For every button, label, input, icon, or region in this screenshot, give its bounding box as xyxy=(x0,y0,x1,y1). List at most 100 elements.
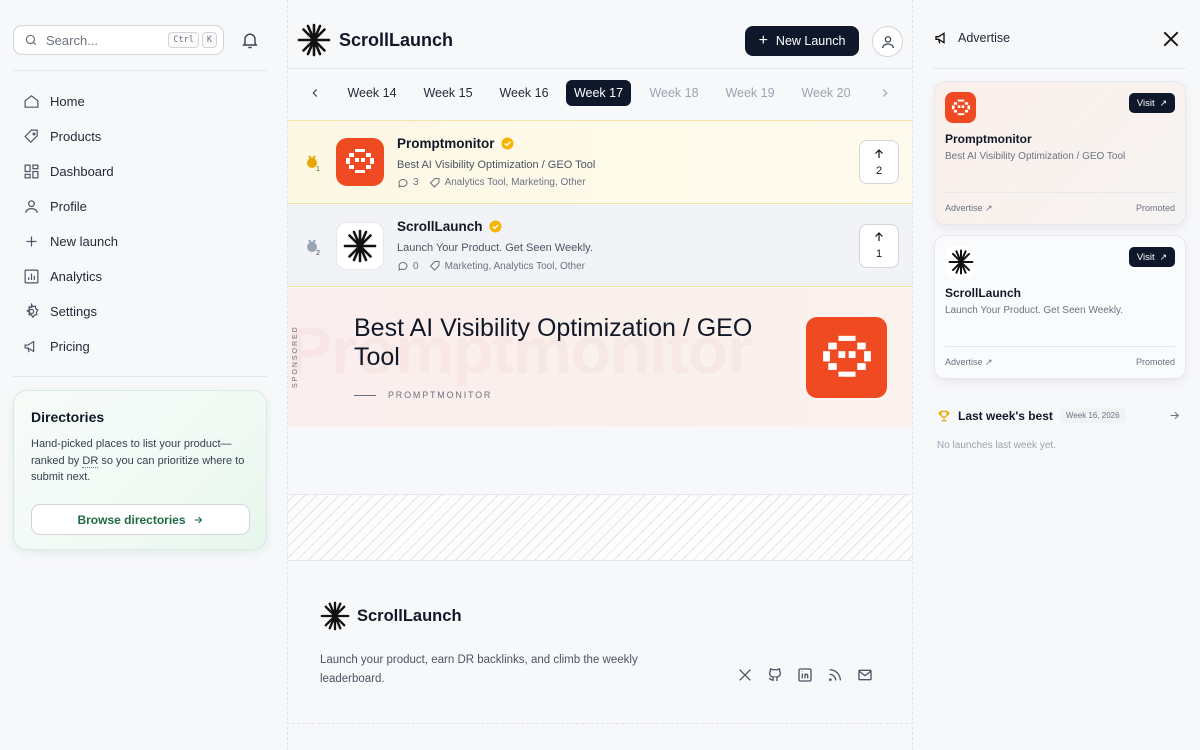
product-row[interactable]: 1 Promptmonitor Best AI Visibility Optim… xyxy=(288,120,912,204)
upvote-button[interactable]: 2 xyxy=(859,140,899,184)
arrow-right-icon xyxy=(194,516,202,523)
shortcut-k: K xyxy=(201,32,217,48)
gold-medal-icon: 1 xyxy=(304,152,324,172)
product-name[interactable]: ScrollLaunch xyxy=(397,219,483,234)
sidebar-nav: Home Products Dashboard Profile New laun… xyxy=(13,84,267,364)
chevron-right-icon[interactable] xyxy=(878,86,892,100)
last-week-title: Last week's best xyxy=(958,408,1053,423)
plus-icon xyxy=(26,236,37,247)
tag-icon xyxy=(429,261,440,271)
chevron-left-icon[interactable] xyxy=(308,86,322,100)
tab-week-17[interactable]: Week 17 xyxy=(566,80,631,106)
promptmonitor-logo xyxy=(336,138,384,186)
tag-icon xyxy=(24,129,38,144)
sidebar-item-profile[interactable]: Profile xyxy=(13,189,267,224)
ad-advertise-link[interactable]: Advertise ↗ xyxy=(945,203,993,214)
promptmonitor-logo xyxy=(806,317,887,398)
x-icon[interactable] xyxy=(737,667,753,683)
sidebar-item-products[interactable]: Products xyxy=(13,119,267,154)
upvote-button[interactable]: 1 xyxy=(859,223,899,268)
bell-icon[interactable] xyxy=(240,30,260,50)
sidebar-item-new-launch[interactable]: New launch xyxy=(13,224,267,259)
week-selector: Week 14 Week 15 Week 16 Week 17 Week 18 … xyxy=(287,80,913,107)
sidebar-divider xyxy=(13,376,267,377)
tab-week-19[interactable]: Week 19 xyxy=(719,80,781,106)
product-tags: Marketing, Analytics Tool, Other xyxy=(444,260,585,272)
home-icon xyxy=(24,95,39,108)
user-icon xyxy=(881,35,894,48)
external-link-icon: ↗ xyxy=(1159,251,1168,262)
scrolllaunch-logo-icon xyxy=(320,601,350,631)
scrolllaunch-logo-icon xyxy=(297,23,331,57)
bar-chart-icon xyxy=(24,269,39,284)
brand-logo[interactable]: ScrollLaunch xyxy=(297,23,453,57)
vote-count: 2 xyxy=(875,164,883,177)
ad-tagline: Best AI Visibility Optimization / GEO To… xyxy=(945,151,1126,162)
sidebar-item-label: Analytics xyxy=(50,269,103,284)
last-week-best[interactable]: Last week's best Week 16, 2026 xyxy=(937,408,1181,423)
product-name[interactable]: Promptmonitor xyxy=(397,136,495,151)
footer-logo[interactable]: ScrollLaunch xyxy=(320,601,462,631)
advertise-link[interactable]: Advertise xyxy=(934,30,1010,46)
visit-button[interactable]: Visit ↗ xyxy=(1129,93,1175,113)
footer-brand-name: ScrollLaunch xyxy=(357,606,462,625)
sidebar-item-label: Pricing xyxy=(50,339,90,354)
verified-badge-icon xyxy=(501,137,513,149)
sidebar-item-label: Settings xyxy=(50,304,97,319)
x-icon[interactable] xyxy=(1161,29,1181,49)
arrow-right-icon[interactable] xyxy=(1168,409,1181,422)
linkedin-icon[interactable] xyxy=(797,667,813,683)
ad-card[interactable]: Visit ↗ Promptmonitor Best AI Visibility … xyxy=(934,81,1186,225)
visit-button[interactable]: Visit ↗ xyxy=(1129,247,1175,267)
scrolllaunch-logo xyxy=(336,221,384,270)
gear-icon xyxy=(26,303,39,319)
arrow-up-icon xyxy=(875,232,883,241)
sidebar-item-analytics[interactable]: Analytics xyxy=(13,259,267,294)
sponsored-banner[interactable]: Promptmonitor SPONSORED Best AI Visibili… xyxy=(288,288,912,427)
user-avatar-button[interactable] xyxy=(872,26,903,57)
product-row[interactable]: 2 ScrollLaunch Launch Your Product. Get … xyxy=(288,205,912,287)
arrow-up-icon xyxy=(875,148,883,158)
tab-week-20[interactable]: Week 20 xyxy=(795,80,857,106)
no-launches-text: No launches last week yet. xyxy=(937,440,1056,451)
sponsored-headline: Best AI Visibility Optimization / GEO To… xyxy=(354,314,753,371)
sidebar-item-settings[interactable]: Settings xyxy=(13,294,267,329)
comment-count: 3 xyxy=(413,177,419,188)
header-divider xyxy=(287,68,913,69)
tab-week-14[interactable]: Week 14 xyxy=(341,80,403,106)
sidebar-divider xyxy=(13,70,267,71)
ad-tagline: Launch Your Product. Get Seen Weekly. xyxy=(945,305,1124,316)
github-icon[interactable] xyxy=(767,667,783,683)
ad-advertise-link[interactable]: Advertise ↗ xyxy=(945,357,993,368)
sidebar-item-label: Dashboard xyxy=(50,164,114,179)
sidebar-item-label: Profile xyxy=(50,199,87,214)
sidebar-item-label: Home xyxy=(50,94,85,109)
tab-week-16[interactable]: Week 16 xyxy=(493,80,555,106)
new-launch-button[interactable]: + New Launch xyxy=(745,26,859,56)
rss-icon[interactable] xyxy=(827,667,843,683)
promoted-label: Promoted xyxy=(1135,357,1175,367)
tab-week-15[interactable]: Week 15 xyxy=(417,80,479,106)
promptmonitor-logo xyxy=(945,92,976,123)
comment-icon xyxy=(398,178,408,188)
shortcut-ctrl: Ctrl xyxy=(168,32,199,48)
search-input[interactable]: Search... Ctrl K xyxy=(13,25,224,55)
sidebar-item-dashboard[interactable]: Dashboard xyxy=(13,154,267,189)
hatched-divider xyxy=(288,494,912,561)
product-tags: Analytics Tool, Marketing, Other xyxy=(444,177,586,188)
ad-card[interactable]: Visit ↗ ScrollLaunch Launch Your Product.… xyxy=(934,235,1186,379)
sidebar-item-home[interactable]: Home xyxy=(13,84,267,119)
search-placeholder: Search... xyxy=(46,32,99,48)
mail-icon[interactable] xyxy=(857,667,873,683)
tab-week-18[interactable]: Week 18 xyxy=(643,80,705,106)
browse-directories-button[interactable]: Browse directories xyxy=(31,504,250,535)
social-links xyxy=(737,667,887,683)
tag-icon xyxy=(429,177,440,188)
directories-card: Directories Hand-picked places to list y… xyxy=(13,390,267,550)
sponsored-label: SPONSORED xyxy=(292,325,299,388)
sidebar-item-pricing[interactable]: Pricing xyxy=(13,329,267,364)
sidebar-item-label: Products xyxy=(50,129,102,144)
verified-badge-icon xyxy=(489,220,501,233)
plus-icon: + xyxy=(758,32,768,49)
megaphone-icon xyxy=(24,340,35,353)
